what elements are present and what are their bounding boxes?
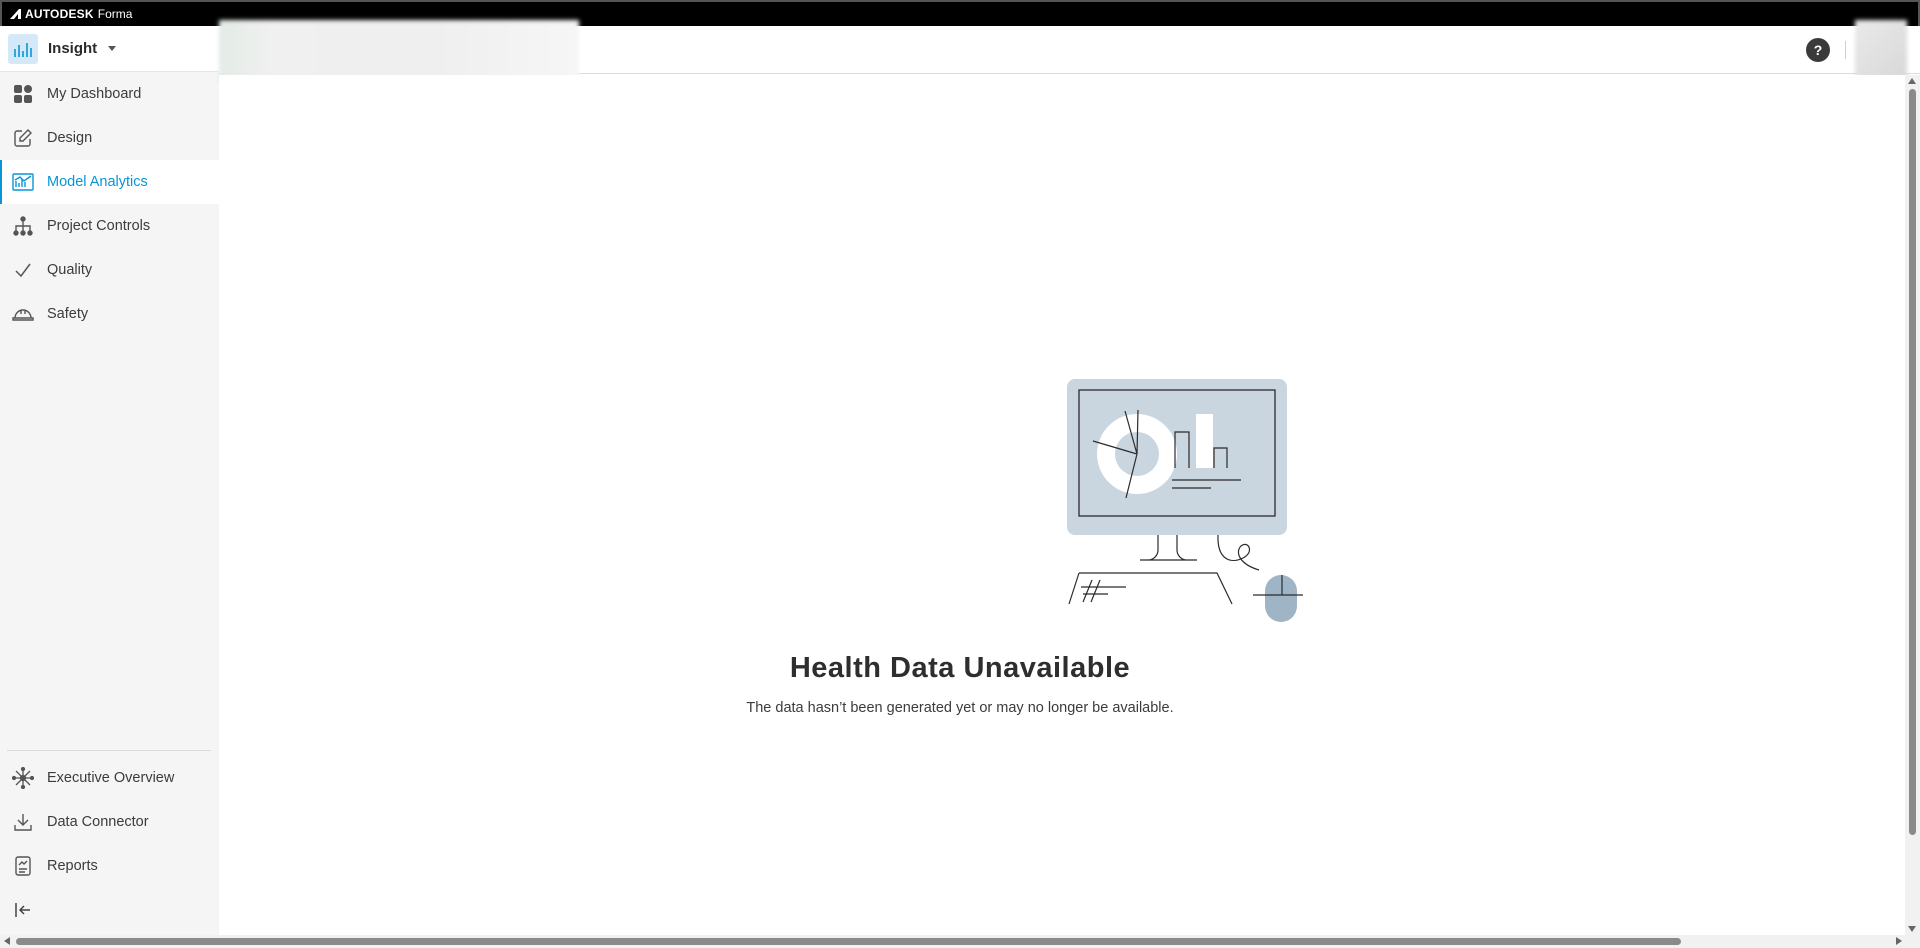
insight-bar-chart-icon	[8, 33, 38, 64]
hard-hat-icon	[12, 303, 34, 325]
collapse-left-icon	[12, 899, 34, 921]
vertical-scrollbar[interactable]	[1905, 75, 1920, 935]
nav-label: Project Controls	[47, 218, 151, 234]
checkmark-icon	[12, 259, 34, 281]
autodesk-logo-icon	[10, 9, 21, 19]
page-header: ?	[219, 20, 1920, 84]
brand-product: Forma	[97, 7, 133, 21]
nav-label: Safety	[47, 306, 89, 322]
nav-item-quality[interactable]: Quality	[0, 248, 219, 292]
horizontal-scroll-thumb[interactable]	[16, 938, 1681, 945]
empty-state-title: Health Data Unavailable	[789, 652, 1131, 684]
nav-item-project-controls[interactable]: Project Controls	[0, 204, 219, 248]
nav-item-model-analytics[interactable]: Model Analytics	[0, 160, 219, 204]
nav-label: My Dashboard	[47, 86, 142, 102]
empty-state-message: The data hasn’t been generated yet or ma…	[746, 700, 1174, 716]
nav-label: Quality	[47, 262, 93, 278]
nav-secondary: Executive Overview Data Connector Report…	[0, 750, 219, 932]
module-switcher[interactable]: Insight	[0, 26, 219, 72]
nav-item-executive-overview[interactable]: Executive Overview	[0, 756, 219, 800]
model-analytics-icon	[12, 171, 34, 193]
help-button[interactable]: ?	[1806, 38, 1830, 62]
network-icon	[12, 767, 34, 789]
download-icon	[12, 811, 34, 833]
nav-item-safety[interactable]: Safety	[0, 292, 219, 336]
nav-label: Reports	[47, 858, 98, 874]
header-divider	[1845, 41, 1846, 59]
sidebar: Insight My Dashboard Design Model Analyt…	[0, 26, 219, 936]
nav-item-reports[interactable]: Reports	[0, 844, 219, 888]
vertical-scroll-thumb[interactable]	[1909, 89, 1916, 835]
nav-primary: My Dashboard Design Model Analytics Proj…	[0, 72, 219, 336]
nav-label: Model Analytics	[47, 174, 148, 190]
edit-pencil-icon	[12, 127, 34, 149]
dashboard-grid-icon	[12, 83, 34, 105]
scroll-left-icon[interactable]	[4, 937, 10, 945]
module-name: Insight	[48, 40, 98, 57]
nav-item-design[interactable]: Design	[0, 116, 219, 160]
scroll-right-icon[interactable]	[1896, 937, 1902, 945]
empty-state-illustration	[1067, 379, 1303, 622]
chevron-down-icon	[108, 46, 117, 51]
scroll-up-icon[interactable]	[1908, 78, 1916, 84]
horizontal-scrollbar[interactable]	[0, 935, 1920, 948]
hierarchy-icon	[12, 215, 34, 237]
nav-label: Data Connector	[47, 814, 149, 830]
nav-item-data-connector[interactable]: Data Connector	[0, 800, 219, 844]
avatar[interactable]	[1855, 20, 1907, 78]
nav-label: Design	[47, 130, 93, 146]
report-icon	[12, 855, 34, 877]
nav-item-my-dashboard[interactable]: My Dashboard	[0, 72, 219, 116]
scroll-down-icon[interactable]	[1908, 926, 1916, 932]
collapse-sidebar-button[interactable]	[0, 888, 219, 932]
nav-label: Executive Overview	[47, 770, 175, 786]
brand-name: AUTODESK	[25, 7, 94, 21]
